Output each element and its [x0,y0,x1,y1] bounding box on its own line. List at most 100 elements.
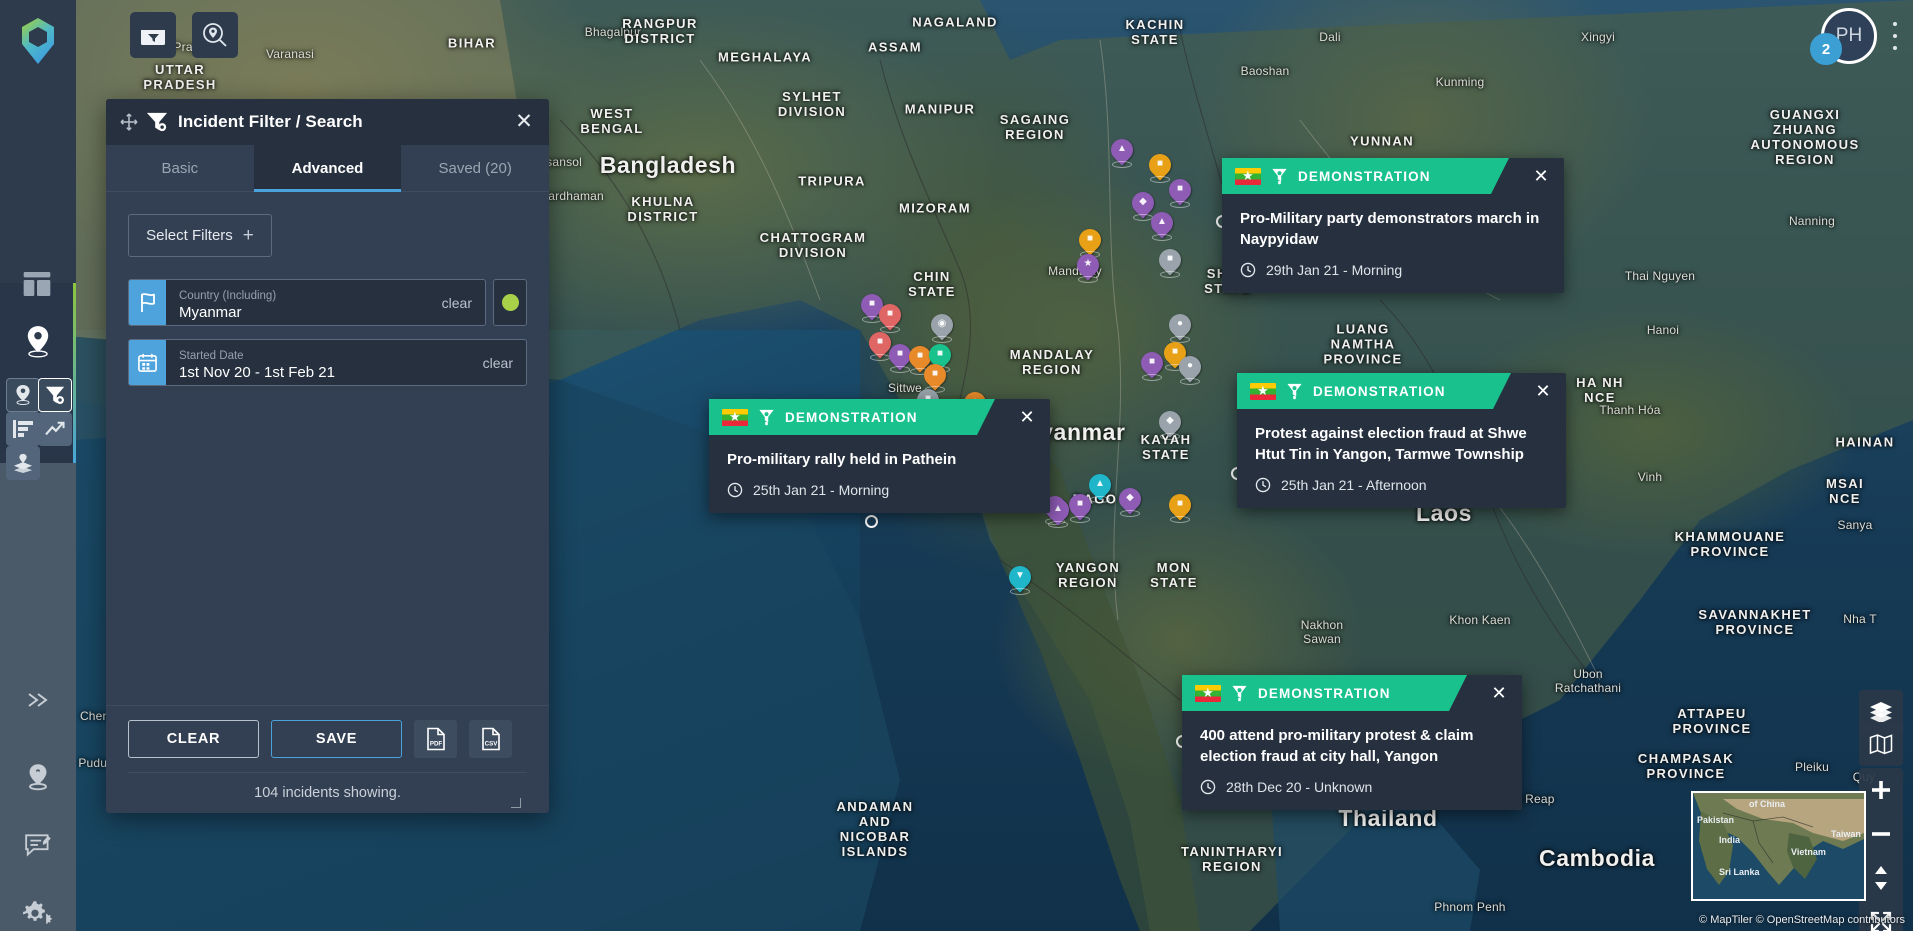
map-pin[interactable]: ■ [1136,347,1168,382]
sidebar-item-settings[interactable] [22,900,54,926]
incident-callout-city-hall-yangon[interactable]: ★ DEMONSTRATION ✕ 400 attend pro-military p… [1182,675,1522,810]
map-pin-shadow [1010,588,1030,595]
panel-title: Incident Filter / Search [178,112,363,131]
map-pin-glyph: ▲ [1117,143,1127,154]
map-pin[interactable]: ● [1174,351,1206,386]
map-pin[interactable]: ■ [1064,489,1096,524]
export-pdf-button[interactable]: PDF [414,720,457,758]
map-pin-glyph: ◆ [1126,492,1134,503]
filter-date-clear[interactable]: clear [483,355,513,371]
map-pin[interactable]: ● [1164,309,1196,344]
panel-resize-grip[interactable] [511,798,521,808]
callout-close-button[interactable]: ✕ [1490,684,1508,702]
map-pin[interactable]: ▲ [1106,134,1138,169]
sidebar-item-incidents-map[interactable] [24,325,52,359]
sidebar-item-trend-tool[interactable] [38,412,72,446]
clear-button[interactable]: CLEAR [128,720,259,758]
map-pin[interactable]: ■ [874,299,906,334]
calendar-icon [129,340,166,385]
layers-pin-icon [6,446,40,480]
map-pin[interactable]: ★ [1072,249,1104,284]
demonstration-megaphone-icon [1270,167,1289,186]
panel-header: Incident Filter / Search ✕ [106,99,549,145]
filter-country-color-swatch[interactable] [493,279,527,326]
incident-callout-pathein[interactable]: ★ DEMONSTRATION ✕ Pro-military rally held i… [709,399,1050,513]
export-csv-button[interactable]: CSV [469,720,512,758]
sidebar-item-list-tool[interactable] [6,412,40,446]
avatar-notification-badge[interactable]: 2 [1810,33,1842,65]
location-search-button[interactable] [192,12,238,58]
sidebar-item-pin-tool[interactable] [6,378,40,412]
more-options-icon[interactable] [1883,22,1907,50]
map-pin-glyph: ▲ [1053,503,1063,514]
map-pin[interactable]: ◆ [1114,483,1146,518]
minimap-svg: of China Pakistan India Taiwan Vietnam S… [1693,793,1864,899]
callout-header: ★ DEMONSTRATION ✕ [1222,158,1564,194]
map-pin-shadow [1160,433,1180,440]
map-pin[interactable]: ◉ [926,309,958,344]
save-button[interactable]: SAVE [271,720,402,758]
map-pin[interactable]: ◆ [1154,406,1186,441]
callout-time: 29th Jan 21 - Morning [1266,262,1403,278]
minimap-label-taiwan: Taiwan [1831,829,1861,839]
move-cross-icon[interactable] [120,113,138,131]
callout-close-button[interactable]: ✕ [1534,382,1552,400]
sidebar-item-places[interactable] [24,762,52,794]
map-pin[interactable]: ■ [1164,489,1196,524]
filter-date-value: 1st Nov 20 - 1st Feb 21 [179,363,335,381]
minimap-label-pakistan: Pakistan [1697,815,1734,825]
incident-callout-naypyidaw[interactable]: ★ DEMONSTRATION ✕ Pro-Military party demons… [1222,158,1564,293]
map-pin[interactable]: ■ [1164,174,1196,209]
minimap-label-india: India [1719,835,1741,845]
map-pin[interactable]: ■ [1144,149,1176,184]
map-pin-glyph: ● [1176,318,1184,329]
panel-close-button[interactable]: ✕ [513,111,535,133]
callout-close-button[interactable]: ✕ [1018,408,1036,426]
sidebar-item-layers-tool[interactable] [6,446,40,480]
map-pin[interactable]: ■ [884,339,916,374]
dashboard-window-button[interactable] [130,12,176,58]
select-filters-button[interactable]: Select Filters + [128,214,272,257]
map-pin-glyph: ● [1186,360,1194,371]
filter-chip-country[interactable]: Country (Including) Myanmar clear [128,279,486,326]
app-root: PrayagrajVaranasiBIHARBhagalpurUTTAR PRA… [0,0,1913,931]
trend-up-icon [38,412,72,446]
clock-icon [1255,477,1271,493]
sidebar-item-filter-tool[interactable] [38,378,72,412]
map-pin-glyph: ■ [936,348,944,359]
callout-title: Pro-military rally held in Pathein [727,451,957,468]
overview-minimap[interactable]: of China Pakistan India Taiwan Vietnam S… [1691,791,1866,901]
myanmar-flag-icon: ★ [1195,684,1221,702]
panel-footer: CLEAR SAVE PDF CSV 104 incidents showing… [106,705,549,813]
map-pin-shadow [1150,176,1170,183]
filter-country-clear[interactable]: clear [442,295,472,311]
callout-title: 400 attend pro-military protest & claim … [1200,727,1474,765]
clock-icon [727,482,743,498]
callout-body: Pro-Military party demonstrators march i… [1222,194,1564,293]
map-pin[interactable]: ▲ [1042,494,1074,529]
map-pin[interactable]: ■ [864,327,896,362]
basemap-button[interactable] [1859,722,1903,766]
callout-time: 25th Jan 21 - Morning [753,482,890,498]
sidebar-item-layout[interactable] [21,268,53,300]
map-pin-shadow [890,366,910,373]
footer-buttons: CLEAR SAVE PDF CSV [128,720,527,758]
filter-chip-started-date[interactable]: Started Date 1st Nov 20 - 1st Feb 21 cle… [128,339,527,386]
map-pin-glyph: ▲ [1157,216,1167,227]
tab-saved[interactable]: Saved (20) [401,145,549,191]
map-pin-glyph: ■ [1176,498,1184,509]
map-pin[interactable]: ■ [1154,244,1186,279]
sidebar-item-expand-rail[interactable] [24,690,52,710]
tab-advanced[interactable]: Advanced [253,145,402,192]
incident-callout-shwe-htut-tin[interactable]: ★ DEMONSTRATION ✕ Protest against election … [1237,373,1566,508]
map-pin[interactable]: ▲ [1146,207,1178,242]
map-pin-shadow [1070,516,1090,523]
map-pin-glyph: ■ [1086,233,1094,244]
map-pin[interactable]: ▲ [1084,469,1116,504]
sidebar-item-notes[interactable] [24,833,54,859]
callout-close-button[interactable]: ✕ [1532,167,1550,185]
brand-logo-icon[interactable] [18,16,58,66]
tab-basic[interactable]: Basic [106,145,254,191]
user-avatar[interactable]: PH 2 [1810,8,1877,65]
map-pin[interactable]: ▼ [1004,561,1036,596]
